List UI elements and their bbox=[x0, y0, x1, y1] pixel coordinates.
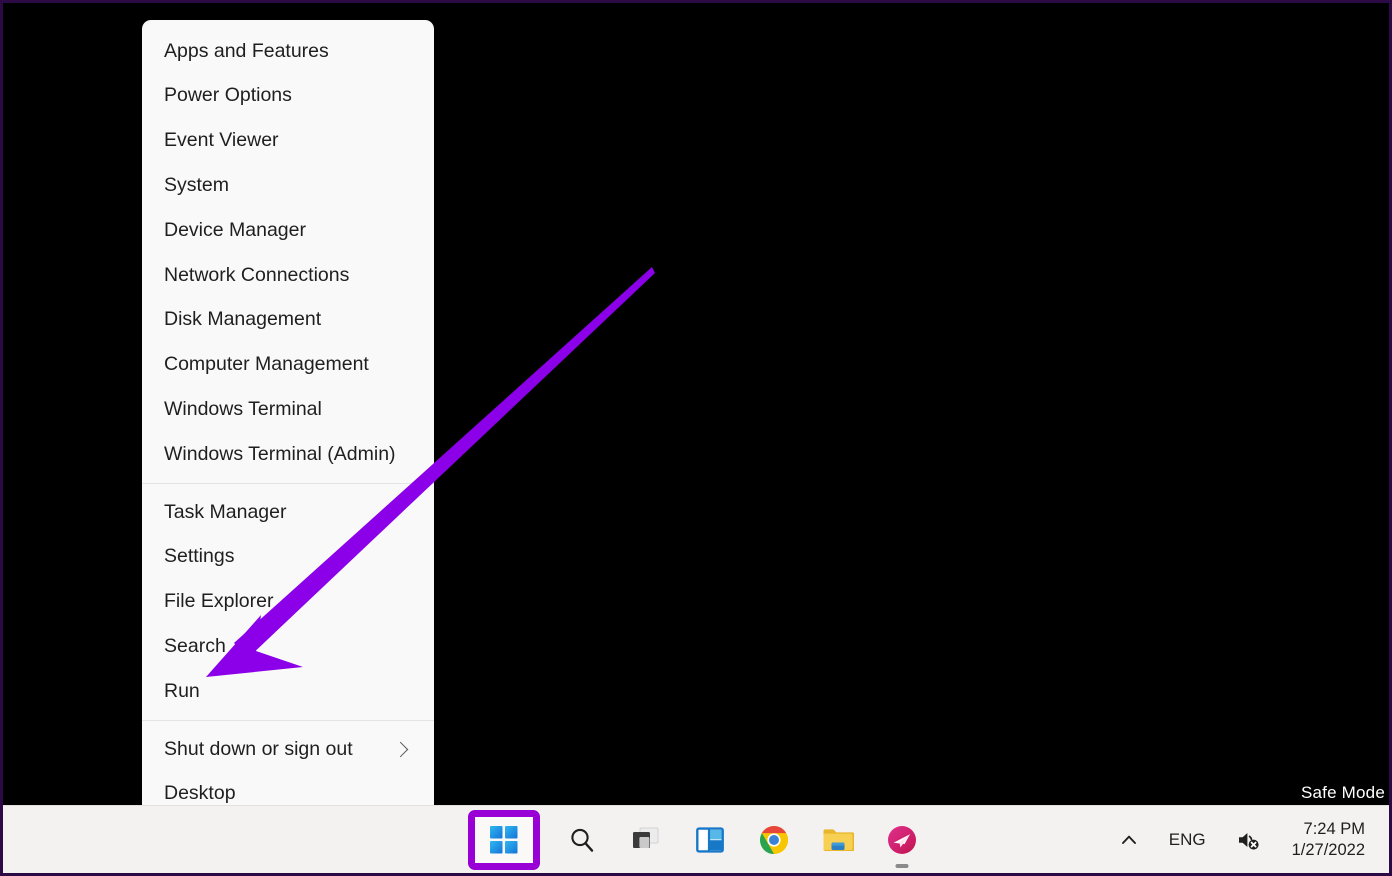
menu-item-label: System bbox=[164, 174, 230, 197]
menu-item-label: Search bbox=[164, 635, 226, 657]
menu-item-computer-management[interactable]: Computer Management bbox=[142, 343, 434, 388]
folder-icon bbox=[823, 828, 854, 851]
taskbar-center-group bbox=[468, 806, 924, 874]
menu-item-label: File Explorer bbox=[164, 590, 274, 613]
taskbar-search-button[interactable] bbox=[560, 818, 604, 862]
tray-overflow-button[interactable] bbox=[1115, 818, 1143, 862]
chevron-up-icon bbox=[1121, 835, 1136, 844]
menu-item-network-connections[interactable]: Network Connections bbox=[142, 253, 434, 298]
menu-item-power-options[interactable]: Power Options bbox=[142, 74, 434, 119]
clock-date: 1/27/2022 bbox=[1291, 841, 1365, 859]
menu-item-label: Network Connections bbox=[164, 263, 350, 286]
clock-time: 7:24 PM bbox=[1303, 820, 1365, 839]
pink-arrow-app-icon bbox=[888, 825, 916, 854]
search-icon bbox=[571, 828, 594, 852]
winx-quick-link-menu[interactable]: Apps and Features Power Options Event Vi… bbox=[142, 20, 434, 826]
start-button[interactable] bbox=[468, 809, 540, 870]
menu-item-search[interactable]: Search bbox=[142, 624, 434, 669]
taskbar-chrome-button[interactable] bbox=[752, 818, 796, 862]
taskbar-mail-app-button[interactable] bbox=[880, 818, 924, 868]
menu-item-shut-down-or-sign-out[interactable]: Shut down or sign out bbox=[142, 727, 434, 772]
tray-volume-button[interactable] bbox=[1232, 818, 1264, 862]
menu-item-system[interactable]: System bbox=[142, 163, 434, 208]
taskbar-task-view-button[interactable] bbox=[624, 818, 668, 862]
taskbar-file-explorer-button[interactable] bbox=[816, 818, 860, 862]
menu-item-windows-terminal[interactable]: Windows Terminal bbox=[142, 387, 434, 432]
menu-item-settings[interactable]: Settings bbox=[142, 535, 434, 580]
menu-item-windows-terminal-admin[interactable]: Windows Terminal (Admin) bbox=[142, 432, 434, 477]
screen: Safe Mode Apps and Features Power Option… bbox=[0, 0, 1392, 876]
menu-item-disk-management[interactable]: Disk Management bbox=[142, 298, 434, 343]
menu-item-label: Event Viewer bbox=[164, 129, 279, 152]
taskbar-widgets-button[interactable] bbox=[688, 818, 732, 862]
menu-item-device-manager[interactable]: Device Manager bbox=[142, 208, 434, 253]
chrome-icon bbox=[760, 825, 789, 854]
menu-item-label: Disk Management bbox=[164, 308, 322, 331]
running-indicator bbox=[895, 863, 909, 868]
task-view-icon bbox=[633, 827, 659, 848]
speaker-muted-icon bbox=[1238, 833, 1259, 850]
taskbar[interactable]: ENG 7:24 PM 1/27/2022 bbox=[3, 805, 1389, 873]
menu-item-label: Windows Terminal (Admin) bbox=[164, 442, 396, 465]
menu-item-label: Apps and Features bbox=[164, 39, 329, 62]
taskbar-clock[interactable]: 7:24 PM 1/27/2022 bbox=[1286, 818, 1371, 862]
safe-mode-watermark: Safe Mode bbox=[1300, 783, 1385, 802]
menu-item-label: Settings bbox=[164, 545, 235, 568]
menu-item-label: Device Manager bbox=[164, 218, 306, 241]
chevron-right-icon bbox=[392, 741, 409, 758]
menu-item-label: Power Options bbox=[164, 84, 292, 107]
menu-item-event-viewer[interactable]: Event Viewer bbox=[142, 119, 434, 164]
widgets-icon bbox=[696, 826, 724, 853]
menu-item-run[interactable]: Run bbox=[142, 669, 434, 714]
menu-item-label: Shut down or sign out bbox=[164, 737, 353, 760]
tray-language-button[interactable]: ENG bbox=[1165, 818, 1210, 862]
system-tray: ENG 7:24 PM 1/27/2022 bbox=[1115, 806, 1377, 873]
menu-item-label: Computer Management bbox=[164, 353, 369, 376]
tray-language-label: ENG bbox=[1168, 830, 1206, 849]
menu-item-apps-and-features[interactable]: Apps and Features bbox=[142, 29, 434, 74]
menu-item-label: Run bbox=[164, 679, 200, 702]
menu-item-file-explorer[interactable]: File Explorer bbox=[142, 580, 434, 625]
windows-logo-icon bbox=[490, 825, 518, 853]
menu-item-task-manager[interactable]: Task Manager bbox=[142, 490, 434, 535]
menu-item-label: Task Manager bbox=[164, 500, 287, 523]
menu-item-label: Windows Terminal bbox=[164, 398, 322, 421]
menu-item-label: Desktop bbox=[164, 782, 236, 805]
menu-separator bbox=[142, 482, 434, 484]
menu-separator bbox=[142, 719, 434, 721]
